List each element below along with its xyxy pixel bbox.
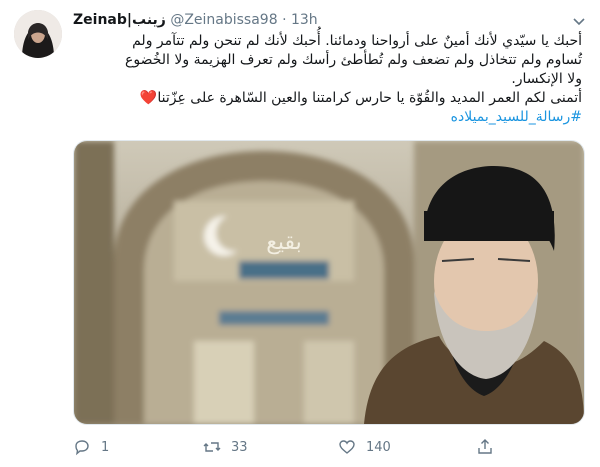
user-handle[interactable]: @Zeinabissa98 — [170, 12, 277, 28]
tweet-text: أحبك يا سيّدي لأنك أمينٌ على أرواحنا ودم… — [73, 32, 582, 127]
share-action[interactable] — [476, 436, 504, 458]
tweet-header: Zeinab|زينب @Zeinabissa98 · 13h — [73, 10, 570, 32]
timestamp[interactable]: 13h — [291, 12, 318, 28]
more-options-chevron-icon[interactable] — [570, 12, 588, 30]
avatar-image — [14, 10, 62, 58]
heart-icon — [339, 440, 355, 454]
tweet-text-line: أتمنى لكم العمر المديد والقُوّة يا حارس … — [73, 89, 582, 108]
reply-action[interactable]: 1 — [73, 436, 109, 458]
retweet-count: 33 — [231, 439, 248, 455]
like-count: 140 — [366, 439, 391, 455]
avatar[interactable] — [14, 10, 62, 58]
retweet-icon — [203, 442, 221, 452]
header-separator: · — [282, 12, 287, 28]
tweet-text-line-content: أتمنى لكم العمر المديد والقُوّة يا حارس … — [157, 90, 582, 106]
reply-count: 1 — [101, 439, 110, 455]
reply-icon — [75, 440, 89, 456]
display-name[interactable]: Zeinab|زينب — [73, 12, 166, 28]
tweet-actions: 1 33 140 — [73, 436, 573, 458]
like-action[interactable]: 140 — [338, 436, 391, 458]
tweet-media-photo[interactable]: بقيع — [73, 140, 585, 425]
tweet-text-line: تُساوم ولم تتخاذل ولم تضعف ولم تُطأطئ رأ… — [125, 52, 582, 68]
tweet-text-line: أحبك يا سيّدي لأنك أمينٌ على أرواحنا ودم… — [132, 33, 582, 49]
tweet-text-line: ولا الإنكسار. — [511, 71, 582, 87]
photo-illustration: بقيع — [74, 141, 584, 424]
share-icon — [478, 439, 492, 454]
heart-emoji: ❤️ — [139, 90, 158, 106]
photo-sign-text: بقيع — [266, 230, 302, 255]
tweet[interactable]: Zeinab|زينب @Zeinabissa98 · 13h أحبك يا … — [0, 0, 600, 467]
retweet-action[interactable]: 33 — [203, 436, 248, 458]
hashtag-link[interactable]: #رسالة_للسيد_بميلاده — [451, 109, 582, 125]
hashtag-line: #رسالة_للسيد_بميلاده — [73, 108, 582, 127]
